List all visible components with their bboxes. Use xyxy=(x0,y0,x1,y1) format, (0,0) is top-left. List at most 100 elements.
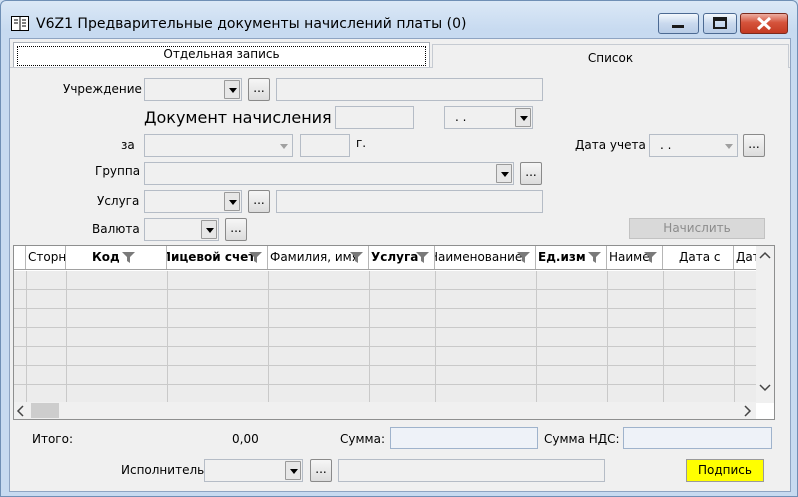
filter-icon[interactable] xyxy=(416,251,429,264)
currency-browse-button[interactable]: ... xyxy=(225,218,247,241)
table-row[interactable] xyxy=(14,328,756,347)
scroll-down-icon[interactable] xyxy=(757,382,773,394)
tab-single-record[interactable]: Отдельная запись xyxy=(13,42,430,67)
currency-combo[interactable] xyxy=(144,218,219,241)
chevron-down-icon xyxy=(285,461,301,480)
institution-browse-button[interactable]: ... xyxy=(248,78,270,101)
chevron-down-icon xyxy=(720,136,736,155)
institution-combo[interactable] xyxy=(144,78,242,101)
column-divider xyxy=(268,271,269,403)
column-header[interactable]: Фамилия, имя xyxy=(268,246,369,269)
column-header[interactable]: Дата xyxy=(734,246,756,269)
group-browse-button[interactable]: ... xyxy=(520,162,542,185)
minimize-button[interactable] xyxy=(658,13,699,34)
column-label: Дата xyxy=(736,250,756,264)
column-divider xyxy=(536,271,537,403)
total-label: Итого: xyxy=(32,432,73,446)
doc-number-field[interactable] xyxy=(335,106,414,129)
tab-list[interactable]: Список xyxy=(432,44,789,68)
year-suffix: г. xyxy=(356,136,367,150)
service-label: Услуга xyxy=(97,194,140,208)
sign-button[interactable]: Подпись xyxy=(686,459,764,482)
title-bar: V6Z1 Предварительные документы начислени… xyxy=(1,1,797,35)
doc-number-label: Документ начисления № xyxy=(144,108,354,127)
app-window: V6Z1 Предварительные документы начислени… xyxy=(0,0,798,497)
table-row[interactable] xyxy=(14,290,756,309)
column-divider xyxy=(369,271,370,403)
vertical-scrollbar[interactable] xyxy=(756,246,774,403)
group-label: Группа xyxy=(95,164,141,178)
column-divider xyxy=(26,271,27,403)
service-browse-button[interactable]: ... xyxy=(248,190,270,213)
for-label: за xyxy=(121,138,135,152)
column-header[interactable]: Дата с xyxy=(663,246,734,269)
service-combo[interactable] xyxy=(144,190,242,213)
maximize-icon xyxy=(713,17,727,29)
total-value: 0,00 xyxy=(232,432,259,446)
filter-icon[interactable] xyxy=(122,251,135,264)
column-header[interactable]: Код xyxy=(66,246,167,269)
column-label: Код xyxy=(92,250,120,264)
column-divider xyxy=(663,271,664,403)
scroll-up-icon[interactable] xyxy=(757,250,773,262)
column-header[interactable]: Наименование xyxy=(435,246,536,269)
group-combo[interactable] xyxy=(144,162,514,185)
account-date-browse-button[interactable]: ... xyxy=(743,134,765,157)
close-button[interactable] xyxy=(740,13,788,34)
column-header[interactable]: Наиме xyxy=(607,246,663,269)
scrollbar-thumb[interactable] xyxy=(31,403,59,418)
account-date-label: Дата учета xyxy=(575,138,646,152)
column-header[interactable]: Сторно xyxy=(26,246,66,269)
filter-icon[interactable] xyxy=(644,251,657,264)
filter-icon[interactable] xyxy=(588,251,601,264)
table-row[interactable] xyxy=(14,366,756,385)
scroll-right-icon[interactable] xyxy=(742,404,758,418)
column-label: Дата с xyxy=(679,250,721,264)
account-date-combo[interactable]: . . xyxy=(649,134,738,157)
maximize-button[interactable] xyxy=(703,13,737,34)
minimize-icon xyxy=(672,25,684,28)
vat-label: Сумма НДС: xyxy=(544,432,620,446)
chevron-down-icon xyxy=(224,192,240,211)
chevron-down-icon xyxy=(224,80,240,99)
column-header[interactable]: Ед.изм xyxy=(536,246,607,269)
chevron-down-icon xyxy=(201,220,217,239)
year-field[interactable] xyxy=(300,134,350,157)
grid-header: Сторно Код Лицевой счет Фамилия, имя Усл… xyxy=(14,246,756,270)
column-header[interactable]: Лицевой счет xyxy=(167,246,268,269)
calculate-button[interactable]: Начислить xyxy=(629,218,765,239)
close-icon xyxy=(756,16,772,31)
table-row[interactable] xyxy=(14,347,756,366)
filter-icon[interactable] xyxy=(517,251,530,264)
column-divider xyxy=(66,271,67,403)
column-label: Услуга xyxy=(371,250,419,264)
executor-label: Исполнитель xyxy=(121,463,205,477)
tab-label: Список xyxy=(587,51,634,65)
period-combo[interactable] xyxy=(144,134,293,157)
scroll-left-icon[interactable] xyxy=(15,404,31,418)
institution-name-field xyxy=(276,78,543,101)
column-label: Ед.изм xyxy=(538,250,586,264)
records-grid: Сторно Код Лицевой счет Фамилия, имя Усл… xyxy=(13,245,775,420)
window-title: V6Z1 Предварительные документы начислени… xyxy=(36,16,467,32)
sum-field[interactable] xyxy=(390,427,538,449)
column-label: Лицевой счет xyxy=(167,250,256,264)
column-divider xyxy=(167,271,168,403)
filter-icon[interactable] xyxy=(249,251,262,264)
table-row[interactable] xyxy=(14,309,756,328)
filter-icon[interactable] xyxy=(350,251,363,264)
table-row[interactable] xyxy=(14,385,756,403)
executor-browse-button[interactable]: ... xyxy=(310,459,332,482)
table-row[interactable] xyxy=(14,271,756,290)
sum-label: Сумма: xyxy=(340,432,385,446)
vat-field[interactable] xyxy=(623,427,772,449)
service-name-field xyxy=(276,190,543,213)
doc-date-combo[interactable]: . . xyxy=(444,106,533,129)
row-indicator-header xyxy=(14,246,26,269)
column-divider xyxy=(734,271,735,403)
horizontal-scrollbar[interactable] xyxy=(14,402,756,419)
institution-label: Учреждение xyxy=(63,82,142,96)
executor-combo[interactable] xyxy=(204,459,303,482)
column-header[interactable]: Услуга xyxy=(369,246,435,269)
client-area: Отдельная запись Список Учреждение ... Д… xyxy=(9,38,791,492)
